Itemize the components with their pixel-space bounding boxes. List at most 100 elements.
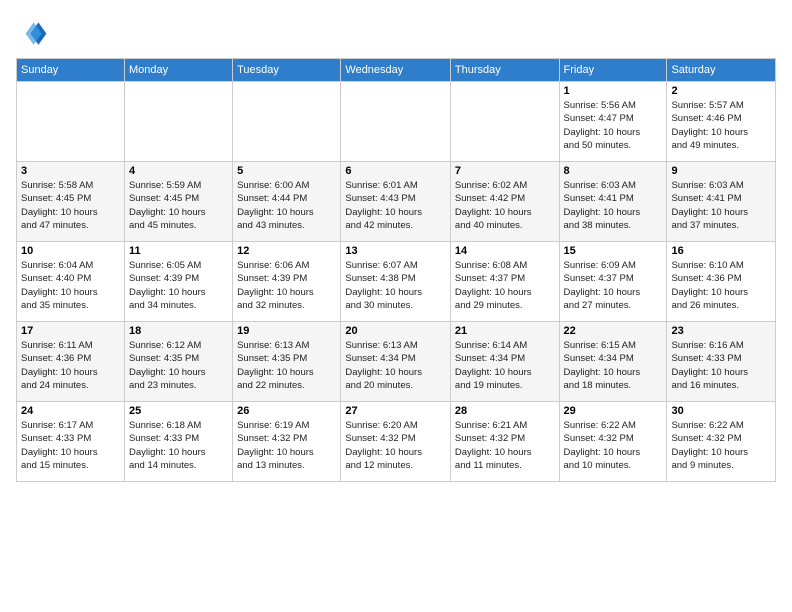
calendar-cell: 20 Sunrise: 6:13 AM Sunset: 4:34 PM Dayli… [341,322,451,402]
calendar-cell [233,82,341,162]
day-number: 24 [21,405,120,417]
calendar-cell: 30 Sunrise: 6:22 AM Sunset: 4:32 PM Dayli… [667,402,776,482]
weekday-header-saturday: Saturday [667,59,776,82]
logo-icon [16,16,48,48]
calendar-cell: 5 Sunrise: 6:00 AM Sunset: 4:44 PM Daylig… [233,162,341,242]
day-info: Sunrise: 6:14 AM Sunset: 4:34 PM Dayligh… [455,339,555,392]
day-number: 23 [671,325,771,337]
calendar-cell: 15 Sunrise: 6:09 AM Sunset: 4:37 PM Dayli… [559,242,667,322]
day-info: Sunrise: 6:00 AM Sunset: 4:44 PM Dayligh… [237,179,336,232]
day-number: 28 [455,405,555,417]
weekday-header-wednesday: Wednesday [341,59,451,82]
calendar-week-0: 1 Sunrise: 5:56 AM Sunset: 4:47 PM Daylig… [17,82,776,162]
day-number: 29 [564,405,663,417]
calendar-week-4: 24 Sunrise: 6:17 AM Sunset: 4:33 PM Dayli… [17,402,776,482]
day-number: 12 [237,245,336,257]
day-number: 18 [129,325,228,337]
calendar-cell: 29 Sunrise: 6:22 AM Sunset: 4:32 PM Dayli… [559,402,667,482]
calendar-cell: 14 Sunrise: 6:08 AM Sunset: 4:37 PM Dayli… [450,242,559,322]
calendar-cell: 1 Sunrise: 5:56 AM Sunset: 4:47 PM Daylig… [559,82,667,162]
day-number: 30 [671,405,771,417]
day-info: Sunrise: 6:06 AM Sunset: 4:39 PM Dayligh… [237,259,336,312]
calendar-cell: 13 Sunrise: 6:07 AM Sunset: 4:38 PM Dayli… [341,242,451,322]
day-info: Sunrise: 6:20 AM Sunset: 4:32 PM Dayligh… [345,419,446,472]
day-number: 9 [671,165,771,177]
day-info: Sunrise: 6:05 AM Sunset: 4:39 PM Dayligh… [129,259,228,312]
weekday-header-tuesday: Tuesday [233,59,341,82]
calendar-cell: 24 Sunrise: 6:17 AM Sunset: 4:33 PM Dayli… [17,402,125,482]
day-number: 20 [345,325,446,337]
day-info: Sunrise: 6:22 AM Sunset: 4:32 PM Dayligh… [564,419,663,472]
day-info: Sunrise: 6:17 AM Sunset: 4:33 PM Dayligh… [21,419,120,472]
calendar-cell: 17Sunrise: 6:11 AM Sunset: 4:36 PM Dayli… [17,322,125,402]
day-number: 27 [345,405,446,417]
day-info: Sunrise: 6:13 AM Sunset: 4:35 PM Dayligh… [237,339,336,392]
day-info: Sunrise: 6:02 AM Sunset: 4:42 PM Dayligh… [455,179,555,232]
calendar-cell: 6 Sunrise: 6:01 AM Sunset: 4:43 PM Daylig… [341,162,451,242]
day-info: Sunrise: 6:01 AM Sunset: 4:43 PM Dayligh… [345,179,446,232]
weekday-header-friday: Friday [559,59,667,82]
calendar-cell: 7 Sunrise: 6:02 AM Sunset: 4:42 PM Daylig… [450,162,559,242]
day-info: Sunrise: 6:13 AM Sunset: 4:34 PM Dayligh… [345,339,446,392]
day-number: 1 [564,85,663,97]
day-info: Sunrise: 6:21 AM Sunset: 4:32 PM Dayligh… [455,419,555,472]
calendar-cell: 26Sunrise: 6:19 AM Sunset: 4:32 PM Dayli… [233,402,341,482]
weekday-header-thursday: Thursday [450,59,559,82]
calendar-cell: 28 Sunrise: 6:21 AM Sunset: 4:32 PM Dayli… [450,402,559,482]
calendar-cell: 22 Sunrise: 6:15 AM Sunset: 4:34 PM Dayli… [559,322,667,402]
day-number: 6 [345,165,446,177]
day-info: Sunrise: 5:58 AM Sunset: 4:45 PM Dayligh… [21,179,120,232]
day-number: 13 [345,245,446,257]
calendar-cell: 23 Sunrise: 6:16 AM Sunset: 4:33 PM Dayli… [667,322,776,402]
day-info: Sunrise: 5:56 AM Sunset: 4:47 PM Dayligh… [564,99,663,152]
calendar-cell: 9 Sunrise: 6:03 AM Sunset: 4:41 PM Daylig… [667,162,776,242]
calendar-cell [17,82,125,162]
day-info: Sunrise: 6:03 AM Sunset: 4:41 PM Dayligh… [564,179,663,232]
day-number: 15 [564,245,663,257]
day-info: Sunrise: 5:59 AM Sunset: 4:45 PM Dayligh… [129,179,228,232]
day-info: Sunrise: 6:03 AM Sunset: 4:41 PM Dayligh… [671,179,771,232]
day-number: 10 [21,245,120,257]
day-info: Sunrise: 6:22 AM Sunset: 4:32 PM Dayligh… [671,419,771,472]
logo [16,16,52,48]
calendar-week-1: 3 Sunrise: 5:58 AM Sunset: 4:45 PM Daylig… [17,162,776,242]
weekday-header-monday: Monday [124,59,232,82]
day-info: Sunrise: 6:12 AM Sunset: 4:35 PM Dayligh… [129,339,228,392]
day-number: 4 [129,165,228,177]
calendar-cell: 12 Sunrise: 6:06 AM Sunset: 4:39 PM Dayli… [233,242,341,322]
day-number: 26 [237,405,336,417]
day-number: 2 [671,85,771,97]
calendar-cell: 10Sunrise: 6:04 AM Sunset: 4:40 PM Dayli… [17,242,125,322]
calendar-header-row: SundayMondayTuesdayWednesdayThursdayFrid… [17,59,776,82]
day-number: 5 [237,165,336,177]
day-number: 7 [455,165,555,177]
calendar-cell: 18 Sunrise: 6:12 AM Sunset: 4:35 PM Dayli… [124,322,232,402]
header [16,16,776,48]
day-number: 25 [129,405,228,417]
day-number: 19 [237,325,336,337]
day-number: 17 [21,325,120,337]
day-number: 22 [564,325,663,337]
page: SundayMondayTuesdayWednesdayThursdayFrid… [0,0,792,612]
weekday-header-sunday: Sunday [17,59,125,82]
day-info: Sunrise: 6:09 AM Sunset: 4:37 PM Dayligh… [564,259,663,312]
day-number: 8 [564,165,663,177]
calendar-week-3: 17Sunrise: 6:11 AM Sunset: 4:36 PM Dayli… [17,322,776,402]
day-info: Sunrise: 6:16 AM Sunset: 4:33 PM Dayligh… [671,339,771,392]
calendar-cell: 4 Sunrise: 5:59 AM Sunset: 4:45 PM Daylig… [124,162,232,242]
calendar-cell: 2 Sunrise: 5:57 AM Sunset: 4:46 PM Daylig… [667,82,776,162]
calendar-cell [450,82,559,162]
day-info: Sunrise: 6:07 AM Sunset: 4:38 PM Dayligh… [345,259,446,312]
day-info: Sunrise: 6:08 AM Sunset: 4:37 PM Dayligh… [455,259,555,312]
day-number: 11 [129,245,228,257]
day-info: Sunrise: 5:57 AM Sunset: 4:46 PM Dayligh… [671,99,771,152]
calendar-week-2: 10Sunrise: 6:04 AM Sunset: 4:40 PM Dayli… [17,242,776,322]
calendar-cell: 16Sunrise: 6:10 AM Sunset: 4:36 PM Dayli… [667,242,776,322]
calendar-cell: 3 Sunrise: 5:58 AM Sunset: 4:45 PM Daylig… [17,162,125,242]
calendar-cell: 21 Sunrise: 6:14 AM Sunset: 4:34 PM Dayli… [450,322,559,402]
day-number: 21 [455,325,555,337]
day-number: 14 [455,245,555,257]
day-number: 3 [21,165,120,177]
day-info: Sunrise: 6:15 AM Sunset: 4:34 PM Dayligh… [564,339,663,392]
calendar-cell: 11 Sunrise: 6:05 AM Sunset: 4:39 PM Dayli… [124,242,232,322]
